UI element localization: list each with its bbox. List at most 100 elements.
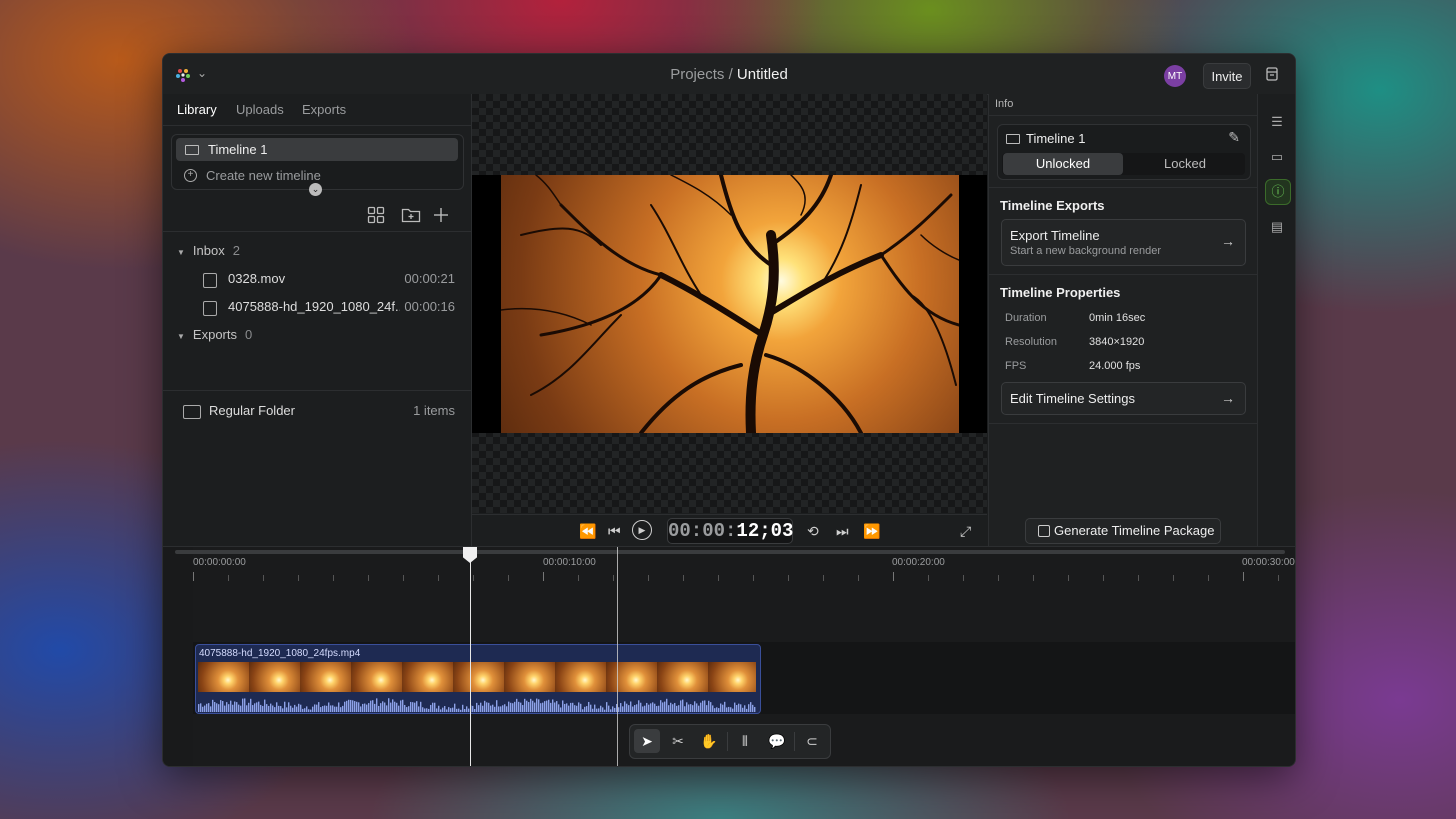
waveform-bar [684,706,686,712]
tab-uploads[interactable]: Uploads [236,102,284,117]
playhead[interactable] [470,547,471,766]
video-preview[interactable] [501,175,959,433]
skip-forward-icon[interactable]: ⏭ [836,523,849,540]
waveform-bar [462,704,464,712]
waveform-bar [692,705,694,712]
waveform-bar [604,709,606,712]
waveform-bar [284,701,286,712]
play-button[interactable]: ▶ [632,520,652,540]
waveform-bar [592,708,594,712]
waveform-bar [696,703,698,712]
timecode-dim: 00:00: [668,520,737,542]
waveform-bar [644,705,646,712]
waveform-bar [286,707,288,712]
waveform-bar [280,706,282,712]
project-title[interactable]: Untitled [737,66,788,83]
fast-forward-icon[interactable]: ⏩ [863,523,880,540]
playhead-handle[interactable] [463,547,477,563]
info-panel: Info Timeline 1 ✎ Unlocked Locked Timeli… [988,94,1257,546]
ruler-tick [1278,575,1279,581]
arrow-right-icon: → [1221,390,1235,406]
ruler-tick [1103,575,1104,581]
waveform-bar [728,706,730,712]
ruler-tick [263,575,264,581]
breadcrumb: Projects / Untitled [163,66,1295,83]
waveform-bar [248,702,250,712]
timeline-clip[interactable]: 4075888-hd_1920_1080_24fps.mp4 [195,644,761,714]
waveform-bar [566,703,568,712]
breadcrumb-projects[interactable]: Projects / [670,66,733,83]
waveform-bar [326,705,328,712]
waveform-bar [476,702,478,712]
edit-timeline-settings-button[interactable]: Edit Timeline Settings → [1001,382,1246,415]
waveform-bar [520,702,522,712]
waveform-bar [278,705,280,712]
new-folder-icon[interactable] [401,206,421,224]
invite-button[interactable]: Invite [1203,63,1251,89]
rewind-icon[interactable]: ⏪ [579,523,596,540]
waveform-bar [386,705,388,712]
avatar[interactable]: MT [1164,65,1186,87]
edit-icon[interactable]: ✎ [1228,129,1240,146]
exports-group[interactable]: ▼ Exports 0 [177,327,252,342]
timeline-editor[interactable]: 00:00:00:00 00:00:10:00 00:00:20:00 00:0… [163,546,1295,766]
magnet-tool-button[interactable]: ⊂ [799,729,825,753]
right-rail: ☰ ▭ ⓘ ▤ [1257,94,1295,546]
timeline-item[interactable]: Timeline 1 [176,138,458,161]
waveform-bar [624,701,626,712]
timeline-scrollbar[interactable] [175,550,1285,554]
grid-view-icon[interactable] [367,206,385,224]
comment-tool-button[interactable]: 💬 [764,729,790,753]
unlocked-option[interactable]: Unlocked [1003,153,1123,175]
waveform-bar [594,704,596,712]
hand-tool-button[interactable]: ✋ [696,729,722,753]
library-panel: Library Uploads Exports Timeline 1 + Cre… [163,94,472,546]
waveform-bar [704,700,706,712]
waveform-bar [702,700,704,712]
waveform-bar [466,706,468,712]
fullscreen-icon[interactable]: ⤢ [960,523,971,540]
locked-option[interactable]: Locked [1125,153,1245,175]
export-timeline-button[interactable]: Export Timeline Start a new background r… [1001,219,1246,266]
waveform-bar [664,701,666,712]
waveform-bar [356,701,358,712]
split-tool-button[interactable]: ⫴ [732,729,758,753]
ruler-tick [1068,575,1069,581]
ruler-tick [403,575,404,581]
loop-icon[interactable]: ⟲ [807,523,819,540]
exports-count: 0 [245,327,253,342]
waveform-bar [442,707,444,712]
skip-back-icon[interactable]: ⏮ [608,523,621,540]
expand-chevron-icon[interactable]: ⌄ [309,183,322,196]
file-duration: 00:00:21 [404,271,455,286]
comments-icon[interactable]: ▭ [1265,145,1289,169]
export-title: Export Timeline [1010,228,1100,243]
waveform-bar [724,701,726,712]
waveform-bar [542,702,544,712]
generate-package-button[interactable]: Generate Timeline Package [1025,518,1221,544]
tab-library[interactable]: Library [177,102,217,117]
clip-thumbnail [453,662,507,692]
info-icon[interactable]: ⓘ [1265,179,1291,205]
waveform-bar [440,709,442,712]
waveform-bar [548,699,550,712]
pointer-tool-button[interactable]: ➤ [634,729,660,753]
create-timeline-button[interactable]: + Create new timeline [176,165,458,185]
add-icon[interactable] [433,206,449,224]
divider [989,115,1257,116]
sliders-icon[interactable]: ☰ [1265,110,1289,134]
waveform-bar [694,701,696,712]
divider [163,390,471,391]
razor-tool-button[interactable]: ✂ [665,729,691,753]
inbox-group[interactable]: ▼ Inbox 2 [177,243,240,258]
video-viewer[interactable] [472,94,987,513]
waveform-bar [552,699,554,712]
package-icon[interactable]: ▤ [1265,215,1289,239]
timeline-icon [185,145,199,155]
package-icon[interactable] [1265,66,1279,82]
waveform-bar [538,699,540,712]
waveform-bar [328,702,330,712]
tab-exports[interactable]: Exports [302,102,346,117]
lock-toggle: Unlocked Locked [1002,153,1245,175]
waveform-bar [320,707,322,712]
